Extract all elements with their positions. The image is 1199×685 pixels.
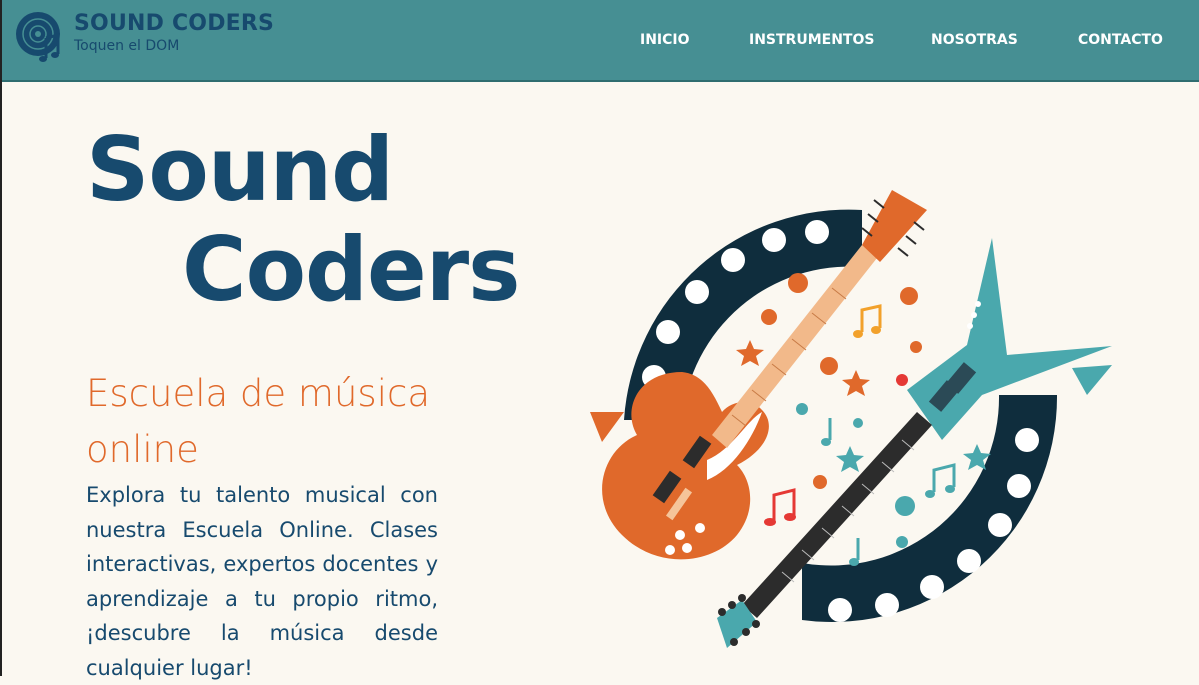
hero-title-line1: Sound xyxy=(86,118,394,221)
nav-link-contacto[interactable]: CONTACTO xyxy=(1078,32,1163,48)
nav-link-nosotras[interactable]: NOSOTRAS xyxy=(931,32,1018,48)
guitars-illustration-icon xyxy=(590,190,1112,648)
vinyl-music-note-icon[interactable] xyxy=(12,8,72,68)
site-header: SOUND CODERS Toquen el DOM INICIO INSTRU… xyxy=(2,0,1199,82)
brand-title[interactable]: SOUND CODERS xyxy=(74,11,274,36)
brand-tagline: Toquen el DOM xyxy=(74,38,180,54)
hero-title-line2: Coders xyxy=(182,218,520,321)
nav-link-instrumentos[interactable]: INSTRUMENTOS xyxy=(749,32,874,48)
nav-link-inicio[interactable]: INICIO xyxy=(640,32,690,48)
hero-subtitle: Escuela de música online xyxy=(86,372,431,471)
hero-description: Explora tu talento musical con nuestra E… xyxy=(86,483,438,680)
